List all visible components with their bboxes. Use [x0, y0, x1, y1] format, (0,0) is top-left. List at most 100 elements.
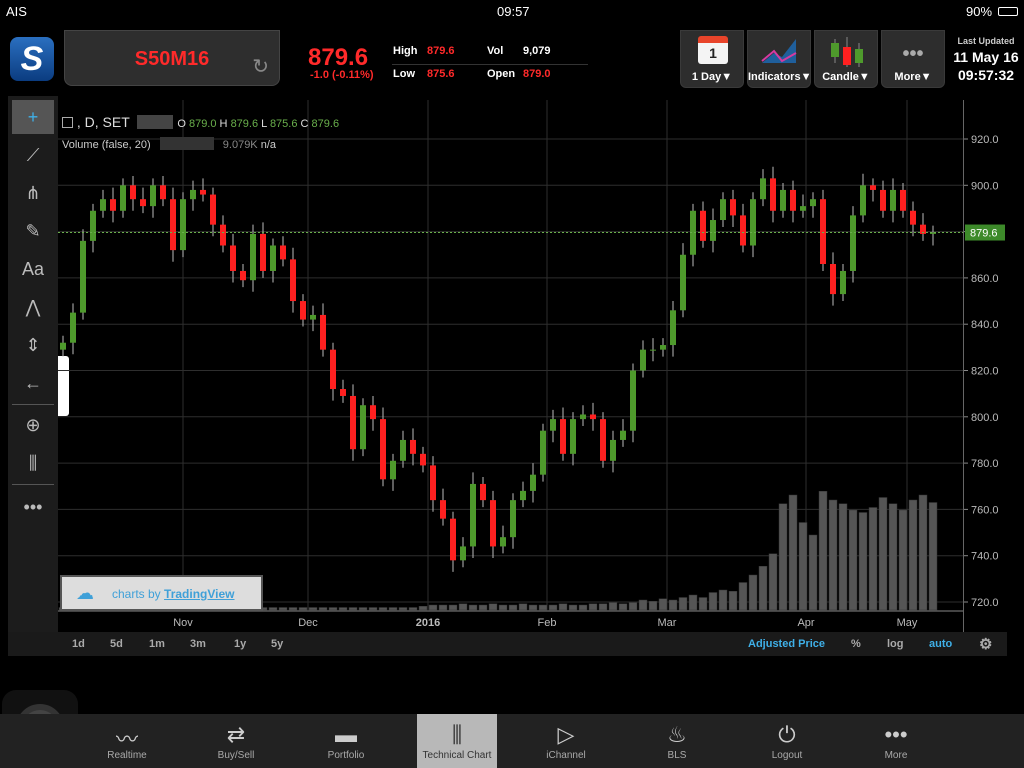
- period-button[interactable]: 1 1 Day▼: [680, 30, 744, 88]
- tab-technical-chart[interactable]: ⫼ Technical Chart: [417, 714, 497, 768]
- symbol: S50M16: [134, 48, 210, 70]
- candle-body: [380, 419, 386, 480]
- chart-settings-icon[interactable]: ⫼: [12, 446, 54, 480]
- last-price: 879.6: [308, 44, 369, 71]
- candle-body: [440, 500, 446, 519]
- h-value: 879.6: [230, 118, 259, 130]
- candle-body: [740, 215, 746, 246]
- candle-body: [630, 370, 636, 431]
- volume-bar: [658, 598, 668, 611]
- volume-bar: [458, 603, 468, 611]
- candle-body: [300, 301, 306, 320]
- volume-bar: [858, 512, 868, 611]
- chart-type-button[interactable]: Candle▼: [814, 30, 878, 88]
- volume-bar: [878, 497, 888, 611]
- candle-body: [510, 500, 516, 538]
- volume-bar: [618, 603, 628, 611]
- volume-settings-icon[interactable]: [159, 137, 214, 150]
- y-tick-label: 720.0: [971, 597, 999, 609]
- app-logo[interactable]: S: [10, 37, 54, 81]
- fib-tool[interactable]: ⋔: [12, 176, 54, 210]
- volume-bar: [768, 553, 778, 611]
- range-1m[interactable]: 1m: [149, 638, 165, 650]
- volume-bar: [298, 607, 308, 611]
- chart-canvas[interactable]: Nov Dec 2016 Feb Mar Apr May: [58, 100, 963, 632]
- volume-bar: [718, 589, 728, 611]
- chart-bottom-bar: 1d 5d 1m 3m 1y 5y Adjusted Price % log a…: [8, 632, 1007, 656]
- volume-bar: [908, 499, 918, 611]
- volume-bar: [358, 607, 368, 611]
- candle-body: [260, 233, 266, 271]
- candle-body: [450, 518, 456, 561]
- tradingview-watermark[interactable]: ☁ charts by TradingView: [60, 575, 263, 611]
- candle-body: [420, 453, 426, 466]
- vol-label: Vol: [487, 45, 504, 57]
- tab-label: Technical Chart: [422, 750, 492, 761]
- adjusted-price-toggle[interactable]: Adjusted Price: [748, 638, 825, 650]
- range-1d[interactable]: 1d: [72, 638, 85, 650]
- more-button[interactable]: ••• More▼: [881, 30, 945, 88]
- auto-toggle[interactable]: auto: [929, 638, 952, 650]
- candlestick-icon: ⫼: [451, 722, 463, 747]
- range-5d[interactable]: 5d: [110, 638, 123, 650]
- pattern-tool[interactable]: ⋀: [12, 290, 54, 324]
- candle-body: [830, 264, 836, 295]
- tab-realtime[interactable]: 〰 Realtime: [87, 714, 167, 768]
- percent-toggle[interactable]: %: [851, 638, 861, 650]
- candle-body: [250, 233, 256, 281]
- log-toggle[interactable]: log: [887, 638, 904, 650]
- volume-bar: [748, 574, 758, 611]
- back-arrow-icon[interactable]: ←: [12, 366, 54, 400]
- range-3m[interactable]: 3m: [190, 638, 206, 650]
- tab-logout[interactable]: ⏻ Logout: [747, 714, 827, 768]
- candle-body: [840, 270, 846, 295]
- volume-bar: [488, 603, 498, 611]
- more-tools-icon[interactable]: •••: [12, 490, 54, 524]
- candle-body: [320, 314, 326, 350]
- trendline-tool[interactable]: ⟋: [12, 138, 54, 172]
- tab-ichannel[interactable]: ▷ iChannel: [526, 714, 606, 768]
- measure-tool[interactable]: ⇕: [12, 328, 54, 362]
- gear-icon[interactable]: ⚙: [979, 635, 992, 653]
- candle-body: [900, 189, 906, 211]
- candle-body: [780, 189, 786, 211]
- volume-bar: [478, 604, 488, 611]
- candle-body: [910, 210, 916, 225]
- candle-body: [160, 185, 166, 200]
- brush-tool[interactable]: ✎: [12, 214, 54, 248]
- price-axis[interactable]: 920.0900.0880.0860.0840.0820.0800.0780.0…: [963, 100, 1007, 632]
- refresh-icon[interactable]: ↻: [252, 54, 269, 79]
- indicators-button[interactable]: Indicators▼: [747, 30, 811, 88]
- volume-bar: [288, 607, 298, 611]
- volume-bar: [428, 604, 438, 611]
- tab-more[interactable]: ••• More: [856, 714, 936, 768]
- candle-label: Candle▼: [822, 71, 870, 83]
- settings-icon[interactable]: [137, 115, 174, 129]
- candle-icon: [831, 37, 863, 67]
- volume-bar: [368, 607, 378, 611]
- symbol-selector[interactable]: S50M16 ↻: [64, 30, 280, 86]
- tab-bar: 〰 Realtime ⇄ Buy/Sell ▬ Portfolio ⫼ Technica…: [0, 714, 1024, 768]
- price-chart[interactable]: Nov Dec 2016 Feb Mar Apr May: [58, 100, 963, 632]
- candle-body: [270, 245, 276, 271]
- candle-body: [710, 220, 716, 241]
- tab-portfolio[interactable]: ▬ Portfolio: [306, 714, 386, 768]
- tab-bls[interactable]: ♨ BLS: [637, 714, 717, 768]
- candle-body: [860, 185, 866, 216]
- collapse-icon[interactable]: [62, 117, 73, 128]
- text-tool[interactable]: Aa: [12, 252, 54, 286]
- tab-buy-sell[interactable]: ⇄ Buy/Sell: [196, 714, 276, 768]
- volume-bar: [788, 494, 798, 611]
- y-tick-label: 780.0: [971, 458, 999, 470]
- candle-body: [700, 210, 706, 241]
- candle-body: [600, 419, 606, 461]
- x-tick-label: Dec: [298, 617, 318, 629]
- candle-body: [230, 245, 236, 271]
- watermark-link[interactable]: TradingView: [164, 587, 234, 601]
- range-5y[interactable]: 5y: [271, 638, 283, 650]
- crosshair-tool[interactable]: +: [12, 100, 54, 134]
- range-1y[interactable]: 1y: [234, 638, 246, 650]
- zoom-icon[interactable]: ⊕: [12, 408, 54, 442]
- volume-bar: [918, 494, 928, 611]
- candle-body: [870, 185, 876, 190]
